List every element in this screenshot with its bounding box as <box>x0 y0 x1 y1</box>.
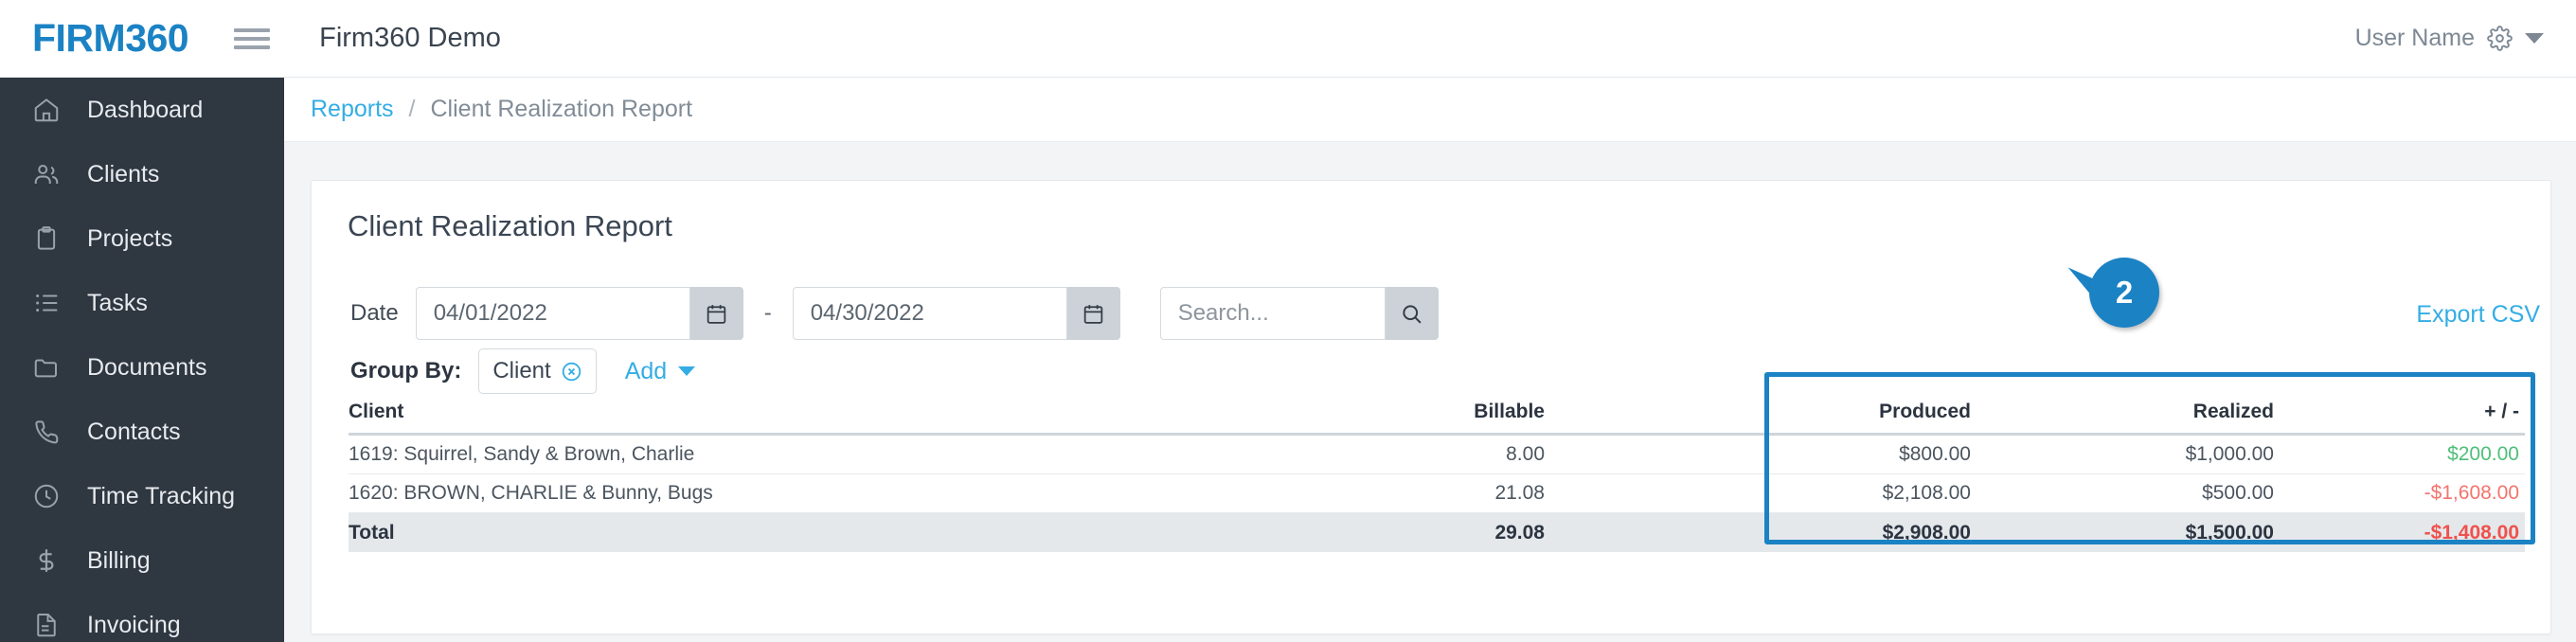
user-name-label: User Name <box>2354 25 2475 51</box>
export-csv-link[interactable]: Export CSV <box>2416 301 2540 329</box>
app-title: Firm360 Demo <box>319 23 501 53</box>
breadcrumb-link-reports[interactable]: Reports <box>311 96 394 123</box>
home-icon <box>34 98 59 122</box>
annotation-callout: 2 <box>2060 258 2159 328</box>
sidebar-item-time-tracking[interactable]: Time Tracking <box>0 464 284 528</box>
table-header-row: Client Billable Produced Realized + / - <box>349 390 2525 436</box>
cell-produced: $800.00 <box>1899 443 1971 465</box>
realization-table: Client Billable Produced Realized + / - … <box>349 390 2525 552</box>
clipboard-icon <box>37 226 56 250</box>
page-title: Client Realization Report <box>348 209 672 242</box>
add-label: Add <box>624 357 668 384</box>
date-from-input[interactable]: 04/01/2022 <box>415 287 690 340</box>
sidebar-item-label: Invoicing <box>87 611 181 638</box>
search-group: Search... <box>1159 287 1439 340</box>
sidebar-item-contacts[interactable]: Contacts <box>0 400 284 464</box>
hamburger-bar <box>234 27 271 32</box>
search-placeholder: Search... <box>1177 300 1269 326</box>
sidebar-item-documents[interactable]: Documents <box>0 335 284 400</box>
table-row[interactable]: 1620: BROWN, CHARLIE & Bunny, Bugs 21.08… <box>349 474 2525 513</box>
cell-client: 1619: Squirrel, Sandy & Brown, Charlie <box>349 443 695 465</box>
phone-icon <box>35 420 59 444</box>
sidebar-item-label: Projects <box>87 224 173 252</box>
sidebar-item-dashboard[interactable]: Dashboard <box>0 78 284 142</box>
table-total-row: Total 29.08 $2,908.00 $1,500.00 -$1,408.… <box>349 513 2525 552</box>
sidebar-item-label: Time Tracking <box>87 482 236 509</box>
folder-icon <box>34 359 57 378</box>
column-header-realized[interactable]: Realized <box>1971 401 2274 423</box>
sidebar: Dashboard Clients Projects Tasks Documen… <box>0 78 284 642</box>
breadcrumb-separator: / <box>408 96 416 122</box>
sidebar-item-label: Clients <box>87 160 160 187</box>
cell-produced: $2,108.00 <box>1882 482 1971 504</box>
cell-client: 1620: BROWN, CHARLIE & Bunny, Bugs <box>349 482 713 504</box>
cell-total-label: Total <box>349 521 395 544</box>
cell-realized: $1,000.00 <box>2185 443 2274 465</box>
search-icon <box>1403 304 1422 324</box>
group-by-label: Group By: <box>350 358 462 383</box>
sidebar-item-label: Billing <box>87 546 151 574</box>
sidebar-item-label: Contacts <box>87 418 181 445</box>
cell-realized: $500.00 <box>2202 482 2274 504</box>
sidebar-item-clients[interactable]: Clients <box>0 142 284 206</box>
table-row[interactable]: 1619: Squirrel, Sandy & Brown, Charlie 8… <box>349 436 2525 474</box>
sidebar-item-label: Dashboard <box>87 96 204 123</box>
search-input[interactable]: Search... <box>1159 287 1386 340</box>
sidebar-item-label: Documents <box>87 353 207 381</box>
cell-total-plus-minus: -$1,408.00 <box>2424 521 2519 544</box>
search-button[interactable] <box>1385 287 1439 340</box>
cell-billable: 8.00 <box>1506 443 1545 465</box>
callout-badge: 2 <box>2089 258 2159 328</box>
cell-total-realized: $1,500.00 <box>2185 521 2274 544</box>
hamburger-bar <box>234 36 271 41</box>
calendar-icon <box>707 304 725 324</box>
cell-plus-minus: $200.00 <box>2447 443 2519 465</box>
chevron-down-icon[interactable] <box>2525 33 2544 44</box>
app-root: FIRM360 Firm360 Demo User Name Dashboard <box>0 0 2576 642</box>
dollar-icon <box>39 549 54 572</box>
cell-billable: 21.08 <box>1494 482 1545 504</box>
column-header-client[interactable]: Client <box>349 401 1201 423</box>
gear-icon[interactable] <box>2487 26 2513 51</box>
date-from-calendar-button[interactable] <box>689 287 743 340</box>
breadcrumb-current: Client Realization Report <box>430 96 693 122</box>
date-to-calendar-button[interactable] <box>1066 287 1120 340</box>
top-bar: FIRM360 Firm360 Demo User Name <box>0 0 2576 78</box>
sidebar-item-billing[interactable]: Billing <box>0 528 284 593</box>
clock-icon <box>34 484 59 508</box>
date-to-input[interactable]: 04/30/2022 <box>792 287 1067 340</box>
sidebar-item-invoicing[interactable]: Invoicing <box>0 593 284 642</box>
user-menu[interactable]: User Name <box>2355 25 2544 52</box>
cell-total-produced: $2,908.00 <box>1882 521 1971 544</box>
cell-total-billable: 29.08 <box>1494 521 1545 544</box>
calendar-icon <box>1083 304 1102 324</box>
cell-plus-minus: -$1,608.00 <box>2424 482 2519 504</box>
filter-toolbar: Date 04/01/2022 - 04/30/2022 Search... <box>0 287 2576 340</box>
group-by-chip-client[interactable]: Client <box>478 348 597 394</box>
group-by-chip-label: Client <box>492 358 551 383</box>
file-text-icon <box>37 614 56 637</box>
sidebar-item-projects[interactable]: Projects <box>0 206 284 271</box>
column-header-billable[interactable]: Billable <box>1346 401 1545 423</box>
users-icon <box>34 165 59 184</box>
column-header-plus-minus[interactable]: + / - <box>2274 401 2525 423</box>
date-range-separator: - <box>763 300 772 326</box>
chevron-down-icon <box>678 366 696 376</box>
hamburger-icon[interactable] <box>234 25 271 53</box>
column-header-produced[interactable]: Produced <box>1696 401 1971 423</box>
circle-x-icon[interactable] <box>561 361 582 383</box>
app-logo[interactable]: FIRM360 <box>32 19 189 58</box>
breadcrumb: Reports / Client Realization Report <box>284 78 2576 142</box>
group-by-toolbar: Group By: Client Add <box>350 348 696 394</box>
hamburger-bar <box>234 45 271 49</box>
date-label: Date <box>350 300 399 326</box>
add-group-by-dropdown[interactable]: Add <box>624 357 696 385</box>
